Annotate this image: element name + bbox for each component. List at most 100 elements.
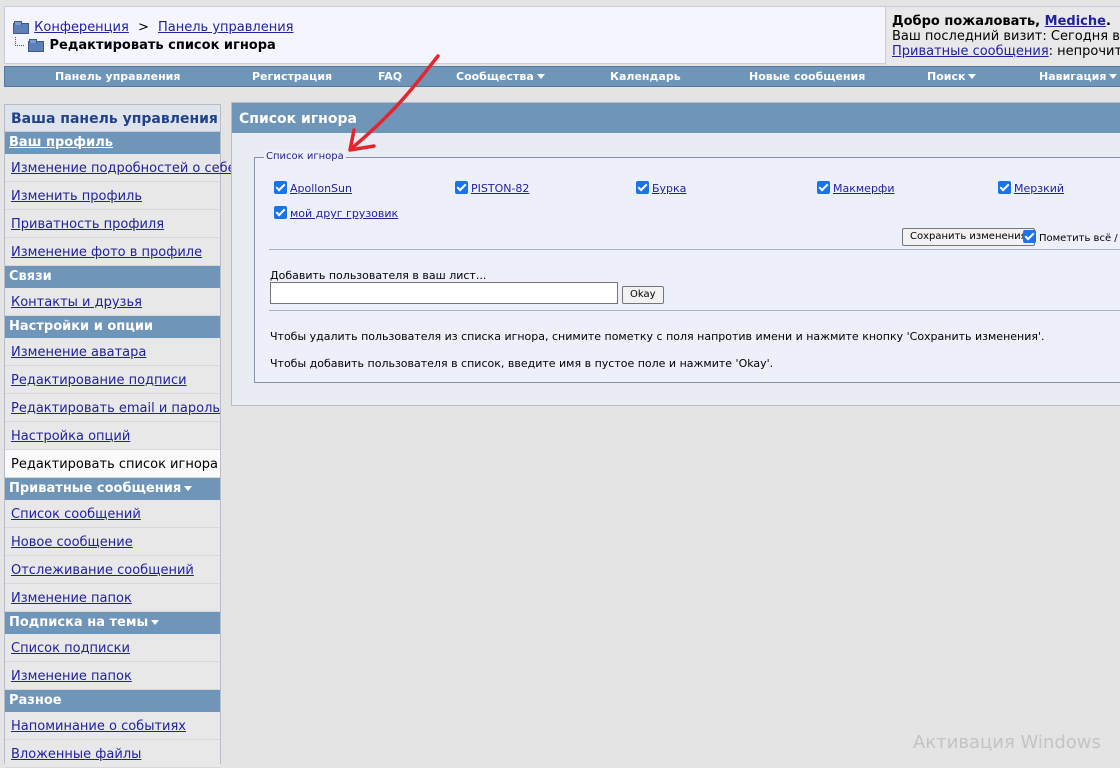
nav-search[interactable]: Поиск bbox=[927, 70, 977, 83]
breadcrumb-link-forum[interactable]: Конференция bbox=[34, 20, 129, 35]
sidebar-section-contacts: Связи bbox=[5, 266, 220, 288]
ignored-user: PISTON-82 bbox=[455, 181, 529, 195]
nav-calendar[interactable]: Календарь bbox=[610, 70, 681, 83]
sidebar-title: Ваша панель управления bbox=[5, 105, 220, 132]
sidebar-item-options[interactable]: Настройка опций bbox=[5, 422, 220, 450]
sidebar-item-ignore-list[interactable]: Редактировать список игнора bbox=[5, 450, 220, 478]
sidebar-item-profile-privacy[interactable]: Приватность профиля bbox=[5, 210, 220, 238]
nav-label: Панель управления bbox=[55, 70, 181, 83]
sidebar-item-label: Настройка опций bbox=[11, 429, 131, 444]
add-user-label: Добавить пользователя в ваш лист... bbox=[270, 269, 487, 282]
welcome-panel: Добро пожаловать, Mediche. Ваш последний… bbox=[885, 7, 1120, 65]
help-add-text: Чтобы добавить пользователя в список, вв… bbox=[270, 357, 774, 370]
nav-label: Сообщества bbox=[456, 70, 534, 83]
sidebar-item-track-messages[interactable]: Отслеживание сообщений bbox=[5, 556, 220, 584]
red-annotation-arrow-icon bbox=[348, 54, 440, 152]
navbar: Панель управления Регистрация FAQ Сообще… bbox=[4, 66, 1120, 87]
last-visit-text: Ваш последний визит: Сегодня в 13: bbox=[892, 29, 1120, 44]
nav-new-posts[interactable]: Новые сообщения bbox=[749, 70, 865, 83]
nav-label: Навигация bbox=[1039, 70, 1107, 83]
sidebar-item-avatar[interactable]: Изменение аватара bbox=[5, 338, 220, 366]
sidebar-item-edit-details[interactable]: Изменение подробностей о себе bbox=[5, 154, 236, 182]
user-checkbox[interactable] bbox=[455, 181, 468, 194]
sidebar-item-profile-photo[interactable]: Изменение фото в профиле bbox=[5, 238, 220, 266]
sidebar-item-attachments[interactable]: Вложенные файлы bbox=[5, 740, 220, 768]
sidebar-item-edit-folders[interactable]: Изменение папок bbox=[5, 584, 220, 612]
sidebar-item-label: Список сообщений bbox=[11, 507, 141, 522]
ignored-user: Бурка bbox=[636, 181, 686, 195]
sidebar-item-new-message[interactable]: Новое сообщение bbox=[5, 528, 220, 556]
sidebar-item-label: Изменение фото в профиле bbox=[11, 245, 203, 260]
nav-label: Регистрация bbox=[252, 70, 333, 83]
breadcrumb-separator: > bbox=[137, 20, 149, 35]
sidebar-item-message-list[interactable]: Список сообщений bbox=[5, 500, 220, 528]
sidebar-item-edit-profile[interactable]: Изменить профиль bbox=[5, 182, 220, 210]
sidebar-item-label: Изменение подробностей о себе bbox=[11, 161, 236, 176]
user-link[interactable]: Бурка bbox=[652, 182, 686, 195]
sidebar-item-subscription-list[interactable]: Список подписки bbox=[5, 634, 220, 662]
pm-status-text: : непрочитанн bbox=[1048, 44, 1120, 59]
nav-label: Поиск bbox=[927, 70, 966, 83]
nav-control-panel[interactable]: Панель управления bbox=[55, 70, 180, 83]
sidebar-item-email-password[interactable]: Редактировать email и пароль bbox=[5, 394, 220, 422]
caret-down-icon bbox=[968, 74, 977, 79]
sidebar-section-profile[interactable]: Ваш профиль bbox=[5, 132, 220, 154]
sidebar-section-private-messages[interactable]: Приватные сообщения bbox=[5, 478, 220, 500]
caret-down-icon bbox=[151, 620, 160, 625]
ignore-list-fieldset: Список игнора ApollonSun PISTON-82 Бурка… bbox=[254, 151, 1120, 383]
sidebar-section-subscriptions[interactable]: Подписка на темы bbox=[5, 612, 220, 634]
user-link[interactable]: PISTON-82 bbox=[471, 182, 529, 195]
page-title: Редактировать список игнора bbox=[49, 38, 276, 53]
sidebar: Ваша панель управления Ваш профиль Измен… bbox=[4, 104, 236, 768]
save-changes-button[interactable]: Сохранить изменения bbox=[902, 228, 1035, 246]
sidebar-item-label: Изменение папок bbox=[11, 669, 132, 684]
sidebar-section-misc: Разное bbox=[5, 690, 220, 712]
sidebar-item-subscription-folders[interactable]: Изменение папок bbox=[5, 662, 220, 690]
user-checkbox[interactable] bbox=[817, 181, 830, 194]
nav-navigation[interactable]: Навигация bbox=[1039, 70, 1118, 83]
fieldset-legend: Список игнора bbox=[264, 151, 346, 162]
user-link[interactable]: мой друг грузовик bbox=[290, 207, 398, 220]
sidebar-item-label: Редактировать email и пароль bbox=[11, 401, 221, 416]
ignored-user: ApollonSun bbox=[274, 181, 352, 195]
sidebar-item-label: Контакты и друзья bbox=[11, 295, 142, 310]
windows-activation-watermark: Активация Windows bbox=[913, 732, 1101, 753]
user-checkbox[interactable] bbox=[998, 181, 1011, 194]
user-checkbox[interactable] bbox=[274, 181, 287, 194]
username-link[interactable]: Mediche bbox=[1045, 14, 1106, 29]
sidebar-item-label: Напоминание о событиях bbox=[11, 719, 186, 734]
caret-down-icon bbox=[184, 486, 193, 491]
sidebar-item-label: Изменить профиль bbox=[11, 189, 142, 204]
user-link[interactable]: ApollonSun bbox=[290, 182, 352, 195]
nav-register[interactable]: Регистрация bbox=[252, 70, 332, 83]
ignored-user: Макмерфи bbox=[817, 181, 894, 195]
sidebar-item-label: Список подписки bbox=[11, 641, 130, 656]
ignored-user: мой друг грузовик bbox=[274, 206, 398, 220]
mark-all-checkbox[interactable] bbox=[1023, 230, 1036, 243]
divider bbox=[269, 249, 1120, 250]
section-label: Подписка на темы bbox=[9, 615, 149, 630]
sidebar-item-event-reminders[interactable]: Напоминание о событиях bbox=[5, 712, 220, 740]
mark-all-control[interactable]: Пометить всё / bbox=[1023, 230, 1118, 244]
divider bbox=[269, 310, 1120, 311]
sidebar-item-label: Редактировать список игнора bbox=[11, 457, 218, 472]
welcome-text: Добро пожаловать, bbox=[892, 14, 1045, 29]
user-checkbox[interactable] bbox=[636, 181, 649, 194]
user-link[interactable]: Мерзкий bbox=[1014, 182, 1064, 195]
sidebar-item-contacts-friends[interactable]: Контакты и друзья bbox=[5, 288, 220, 316]
caret-down-icon bbox=[1109, 74, 1118, 79]
sidebar-item-signature[interactable]: Редактирование подписи bbox=[5, 366, 220, 394]
nav-label: Новые сообщения bbox=[749, 70, 866, 83]
sidebar-item-label: Изменение папок bbox=[11, 591, 132, 606]
user-checkbox[interactable] bbox=[274, 206, 287, 219]
breadcrumb-link-control-panel[interactable]: Панель управления bbox=[158, 20, 294, 35]
help-remove-text: Чтобы удалить пользователя из списка игн… bbox=[270, 330, 1045, 343]
add-user-input[interactable] bbox=[270, 282, 618, 304]
private-messages-link[interactable]: Приватные сообщения bbox=[892, 44, 1049, 59]
nav-communities[interactable]: Сообщества bbox=[456, 70, 545, 83]
sidebar-item-label: Отслеживание сообщений bbox=[11, 563, 194, 578]
user-link[interactable]: Макмерфи bbox=[833, 182, 894, 195]
open-folder-icon bbox=[28, 39, 44, 52]
okay-button[interactable]: Okay bbox=[622, 286, 664, 304]
caret-down-icon bbox=[536, 74, 545, 79]
